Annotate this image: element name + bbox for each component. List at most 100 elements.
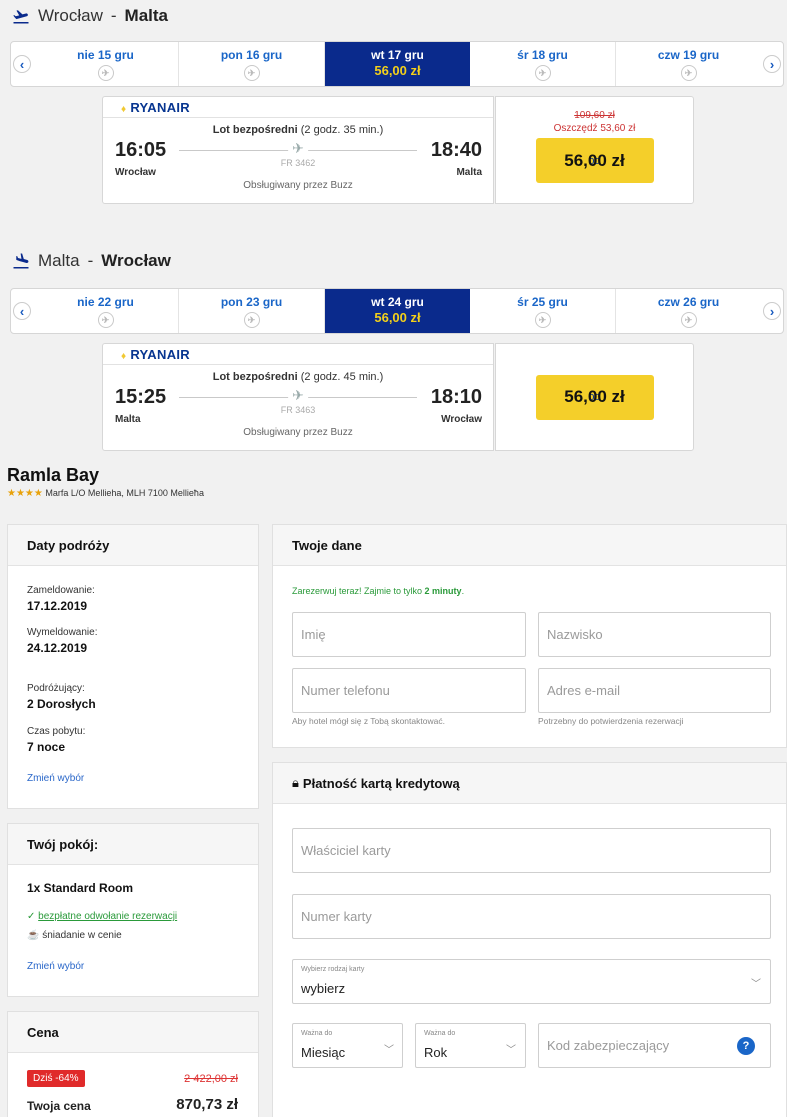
date-label: pon 16 gru — [220, 48, 283, 62]
harp-icon: ♦ — [121, 104, 127, 115]
harp-icon: ♦ — [121, 351, 127, 362]
outbound-date-4[interactable]: czw 19 gru ✈ — [616, 42, 761, 86]
plane-icon: ✈ — [288, 140, 308, 157]
checkout-date: 24.12.2019 — [27, 641, 88, 655]
divider — [103, 117, 493, 118]
inbound-flight-card[interactable]: ♦ RYANAIR Lot bezpośredni (2 godz. 45 mi… — [102, 343, 494, 451]
chevron-down-icon: ﹀ — [506, 1045, 516, 1056]
checkin-label: Zameldowanie: — [27, 585, 95, 596]
outbound-date-1[interactable]: pon 16 gru ✈ — [179, 42, 325, 86]
panel-title: Twoje dane — [273, 525, 786, 566]
travel-dates-panel: Daty podróży Zameldowanie: 17.12.2019 Wy… — [7, 524, 259, 809]
operated-by: Obsługiwany przez Buzz — [243, 427, 353, 438]
operated-by: Obsługiwany przez Buzz — [243, 180, 353, 191]
outbound-next-button[interactable]: › — [761, 42, 783, 86]
inbound-date-4[interactable]: czw 26 gru ✈ — [616, 289, 761, 333]
inbound-date-2[interactable]: wt 24 gru 56,00 zł — [325, 289, 470, 333]
no-flight-icon: ✈ — [680, 312, 697, 328]
outbound-date-0[interactable]: nie 15 gru ✈ — [33, 42, 179, 86]
outbound-prev-button[interactable]: ‹ — [11, 42, 33, 86]
plane-icon: ✈ — [288, 387, 308, 404]
plane-depart-icon — [13, 10, 29, 24]
inbound-date-1[interactable]: pon 23 gru ✈ — [179, 289, 325, 333]
your-price-value: 870,73 zł — [176, 1096, 238, 1113]
flight-number: FR 3462 — [280, 158, 316, 168]
chevron-left-icon: ‹ — [13, 302, 31, 320]
checkin-date: 17.12.2019 — [27, 599, 88, 613]
flight-direct: Lot bezpośredni (2 godz. 35 min.) — [212, 124, 384, 136]
divider — [103, 364, 493, 365]
outbound-sep: - — [110, 6, 117, 25]
room-panel: Twój pokój: 1x Standard Room ✓ bezpłatne… — [7, 823, 259, 997]
card-type-value: wybierz — [301, 981, 346, 996]
date-price: 56,00 zł — [374, 63, 421, 78]
inbound-date-0[interactable]: nie 22 gru ✈ — [33, 289, 179, 333]
outbound-from: Wrocław — [38, 6, 103, 25]
phone-hint: Aby hotel mógł się z Tobą skontaktować. — [292, 716, 445, 726]
breakfast: ☕ śniadanie w cenie — [27, 930, 122, 941]
first-name-input[interactable]: Imię — [292, 612, 526, 657]
airline-logo: ♦ RYANAIR — [121, 347, 190, 362]
outbound-to: Malta — [124, 6, 169, 25]
chevron-left-icon: ‹ — [13, 55, 31, 73]
savings: Oszczędź 53,60 zł — [553, 123, 636, 134]
date-label: śr 18 gru — [517, 48, 568, 62]
last-name-input[interactable]: Nazwisko — [538, 612, 771, 657]
no-flight-icon: ✈ — [534, 312, 551, 328]
old-price: 109,60 zł — [574, 110, 615, 121]
date-label: czw 19 gru — [657, 48, 720, 62]
inbound-date-3[interactable]: śr 25 gru ✈ — [470, 289, 616, 333]
your-price-label: Twoja cena — [27, 1099, 91, 1113]
chevron-down-icon: ﹀ — [384, 1045, 394, 1056]
travelers-value: 2 Dorosłych — [27, 697, 96, 711]
check-icon: ✓ — [27, 911, 36, 922]
panel-title: 🔒︎ Płatność kartą kredytową — [273, 763, 786, 804]
date-label: śr 25 gru — [517, 295, 568, 309]
outbound-date-3[interactable]: śr 18 gru ✈ — [470, 42, 616, 86]
stay-label: Czas pobytu: — [27, 726, 86, 737]
email-hint: Potrzebny do potwierdzenia rezerwacji — [538, 716, 684, 726]
payment-panel: 🔒︎ Płatność kartą kredytową Właściciel ka… — [272, 762, 787, 1117]
inbound-route-title: Malta - Wrocław — [12, 251, 171, 271]
change-dates-link[interactable]: Zmień wybór — [27, 773, 84, 784]
date-label: nie 15 gru — [77, 48, 134, 62]
chevron-right-icon: › — [763, 55, 781, 73]
date-label: czw 26 gru — [657, 295, 720, 309]
outbound-date-2[interactable]: wt 17 gru 56,00 zł — [325, 42, 470, 86]
departure-city: Malta — [115, 414, 141, 425]
no-flight-icon: ✈ — [243, 65, 260, 81]
price-button[interactable]: od 56,00 zł — [535, 374, 654, 420]
outbound-price-card[interactable]: 109,60 zł Oszczędź 53,60 zł od 56,00 zł — [495, 96, 694, 204]
old-price: 2 422,00 zł — [184, 1073, 238, 1085]
help-icon[interactable]: ? — [737, 1037, 755, 1055]
checkout-label: Wymeldowanie: — [27, 627, 98, 638]
no-flight-icon: ✈ — [680, 65, 697, 81]
inbound-to: Wrocław — [101, 251, 171, 270]
card-number-input[interactable]: Numer karty — [292, 894, 771, 939]
email-input[interactable]: Adres e-mail — [538, 668, 771, 713]
chevron-down-icon: ﹀ — [751, 979, 761, 990]
card-owner-input[interactable]: Właściciel karty — [292, 828, 771, 873]
date-label: pon 23 gru — [220, 295, 283, 309]
room-name: 1x Standard Room — [27, 881, 134, 895]
inbound-price-card[interactable]: od 56,00 zł — [495, 343, 694, 451]
date-label: nie 22 gru — [77, 295, 134, 309]
date-price: 56,00 zł — [374, 310, 421, 325]
outbound-flight-card[interactable]: ♦ RYANAIR Lot bezpośredni (2 godz. 35 mi… — [102, 96, 494, 204]
phone-input[interactable]: Numer telefonu — [292, 668, 526, 713]
your-data-panel: Twoje dane Zarezerwuj teraz! Zajmie to t… — [272, 524, 787, 748]
inbound-next-button[interactable]: › — [761, 289, 783, 333]
hotel-name: Ramla Bay — [7, 465, 100, 485]
no-flight-icon: ✈ — [534, 65, 551, 81]
no-flight-icon: ✈ — [97, 65, 114, 81]
date-label: wt 17 gru — [371, 48, 424, 62]
price-value: 56,00 zł — [564, 150, 625, 170]
change-room-link[interactable]: Zmień wybór — [27, 961, 84, 972]
inbound-prev-button[interactable]: ‹ — [11, 289, 33, 333]
plane-arrive-icon — [13, 253, 29, 269]
free-cancel-text[interactable]: bezpłatne odwołanie rezerwacji — [38, 911, 177, 922]
price-button[interactable]: od 56,00 zł — [535, 138, 654, 183]
year-value: Rok — [424, 1045, 448, 1060]
arrival-city: Malta — [456, 167, 482, 178]
card-type-label: Wybierz rodzaj karty — [301, 966, 365, 973]
